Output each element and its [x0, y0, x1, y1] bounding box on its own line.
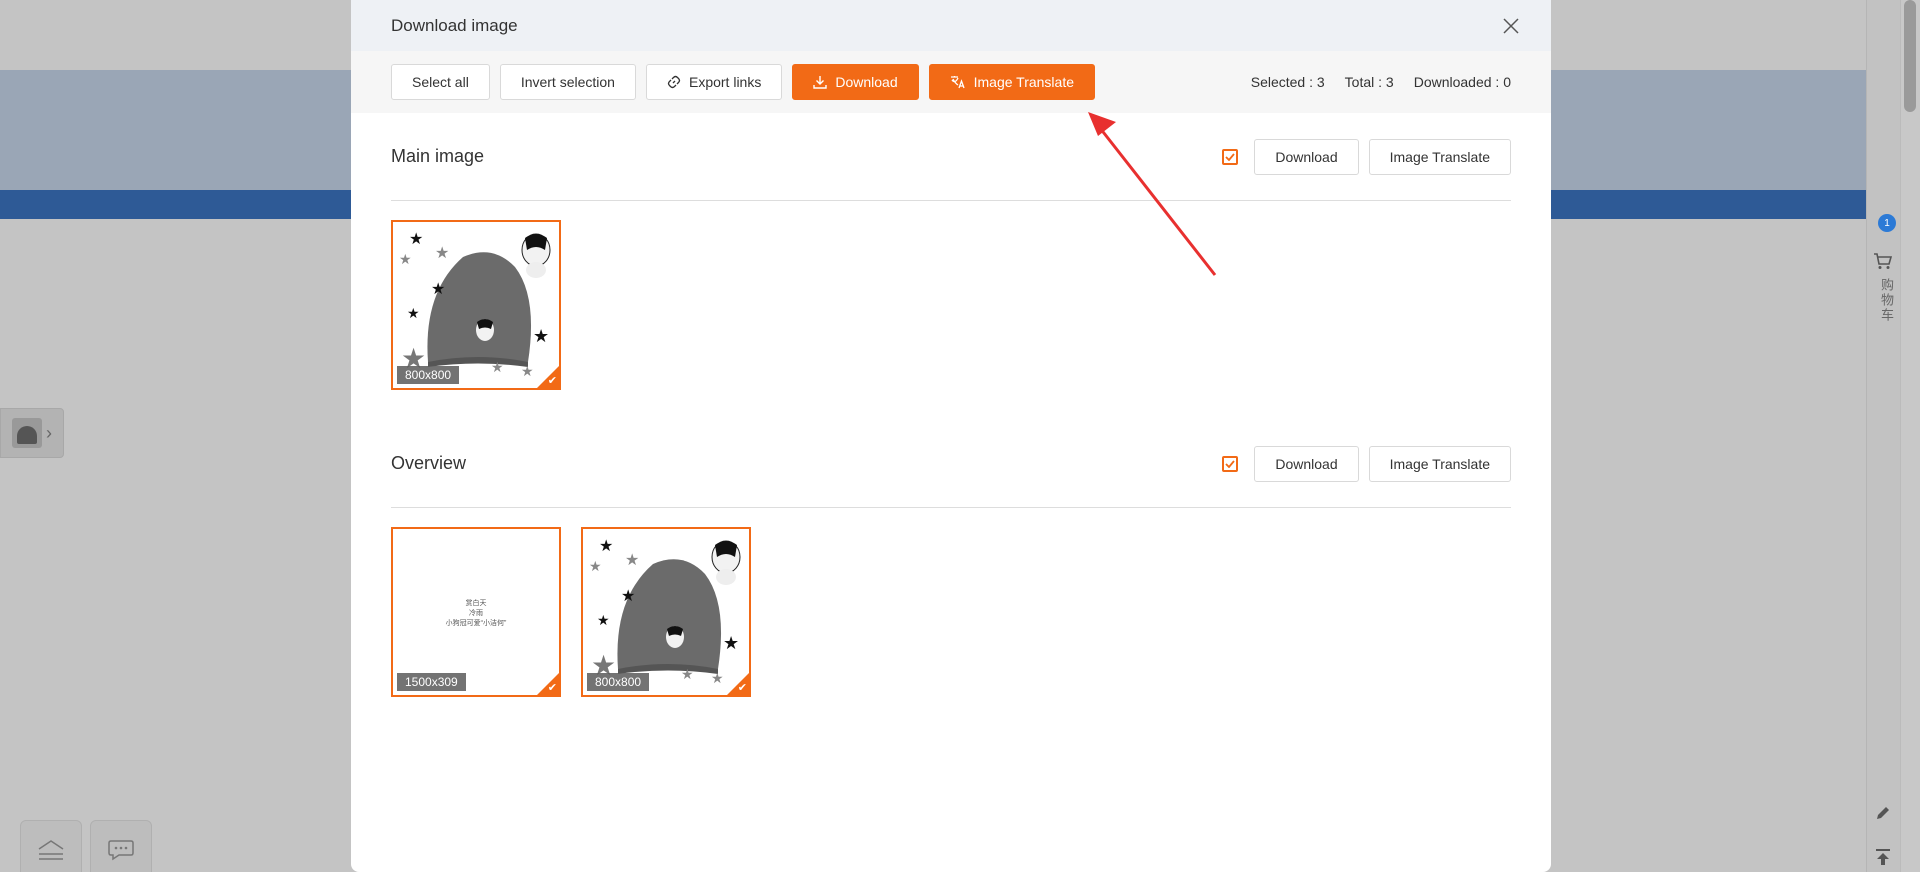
svg-text:★: ★ [399, 251, 412, 267]
image-thumbnail[interactable]: ★ ★ ★ ★ ★ ★ ★ ★ ★ 800x800 ✔ [581, 527, 751, 697]
edit-icon[interactable] [1872, 802, 1894, 824]
svg-text:★: ★ [621, 588, 635, 605]
section-select-checkbox[interactable] [1222, 148, 1239, 165]
banner-text-line: 赏白天 [465, 600, 487, 607]
modal-header: Download image [351, 0, 1551, 51]
svg-text:★: ★ [711, 670, 724, 686]
chat-icon [108, 840, 134, 861]
export-links-button[interactable]: Export links [645, 64, 783, 100]
checkmark-icon [1225, 152, 1236, 161]
section-image-translate-button[interactable]: Image Translate [1368, 138, 1511, 175]
main-image-section: Main image Download Image Translate ★ ★ … [351, 113, 1551, 390]
svg-text:★: ★ [431, 281, 445, 298]
close-icon[interactable] [1499, 14, 1523, 38]
image-size-label: 800x800 [587, 673, 650, 691]
modal-title: Download image [391, 15, 518, 35]
export-links-label: Export links [688, 74, 762, 90]
svg-text:★: ★ [521, 363, 534, 379]
scroll-top-icon[interactable] [1872, 846, 1894, 868]
svg-text:★: ★ [533, 326, 549, 346]
cart-label[interactable]: 购物车 [1872, 278, 1894, 323]
chat-button[interactable] [90, 820, 152, 872]
check-icon: ✔ [547, 682, 557, 694]
select-all-button[interactable]: Select all [391, 64, 490, 100]
svg-text:★: ★ [625, 552, 639, 569]
image-translate-button[interactable]: Image Translate [928, 64, 1095, 100]
image-grid: 赏白天 冷雨 小狗冠可爱“小洁何” 1500x309 ✔ ★ ★ ★ ★ ★ ★… [391, 508, 1511, 697]
section-actions: Download Image Translate [1222, 445, 1511, 482]
section-title: Overview [391, 453, 467, 473]
svg-text:★: ★ [681, 666, 694, 682]
invert-selection-button[interactable]: Invert selection [499, 64, 636, 100]
download-icon [813, 76, 828, 89]
hat-product-image: ★ ★ ★ ★ ★ ★ ★ ★ ★ [583, 529, 749, 695]
translate-icon [950, 76, 965, 89]
svg-text:★: ★ [597, 612, 610, 628]
section-header: Main image Download Image Translate [391, 113, 1511, 201]
section-image-translate-button[interactable]: Image Translate [1368, 445, 1511, 482]
back-to-top-button[interactable] [20, 820, 82, 872]
overview-section: Overview Download Image Translate 赏白天 冷雨… [351, 420, 1551, 697]
selection-stats: Selected : 3 Total : 3 Downloaded : 0 [1251, 74, 1511, 90]
svg-text:★: ★ [407, 305, 420, 321]
cart-icon[interactable] [1872, 250, 1894, 272]
svg-text:★: ★ [491, 359, 504, 375]
chevron-right-icon: › [46, 422, 52, 443]
link-icon [667, 75, 681, 89]
banner-text-line: 小狗冠可爱“小洁何” [445, 620, 507, 627]
cart-count-badge: 1 [1878, 214, 1896, 232]
check-icon: ✔ [547, 375, 557, 387]
selected-count: Selected : 3 [1250, 74, 1325, 90]
banner-text-line: 冷雨 [469, 610, 483, 617]
image-thumbnail[interactable]: ★ ★ ★ ★ ★ ★ ★ ★ ★ 800x800 ✔ [391, 220, 561, 390]
download-label: Download [835, 74, 898, 90]
page-scrollbar[interactable] [1900, 0, 1920, 872]
check-icon: ✔ [737, 682, 747, 694]
downloaded-count: Downloaded : 0 [1413, 74, 1511, 90]
image-thumbnail[interactable]: 赏白天 冷雨 小狗冠可爱“小洁何” 1500x309 ✔ [391, 527, 561, 697]
right-side-rail [1866, 0, 1900, 872]
checkmark-icon [1225, 459, 1236, 468]
svg-text:★: ★ [435, 245, 449, 262]
image-size-label: 800x800 [397, 366, 460, 384]
section-title: Main image [391, 146, 485, 166]
svg-text:★: ★ [409, 231, 423, 248]
product-thumbnail [12, 418, 42, 448]
text-banner-image: 赏白天 冷雨 小狗冠可爱“小洁何” [393, 599, 559, 629]
svg-text:★: ★ [599, 538, 613, 555]
svg-text:★: ★ [589, 558, 602, 574]
svg-text:★: ★ [723, 633, 739, 653]
image-translate-label: Image Translate [973, 74, 1074, 90]
modal-toolbar: Select all Invert selection Export links… [351, 51, 1551, 113]
image-size-label: 1500x309 [397, 673, 466, 691]
hat-product-image: ★ ★ ★ ★ ★ ★ ★ ★ ★ [393, 222, 559, 388]
download-image-modal: Download image Select all Invert selecti… [351, 0, 1551, 872]
floating-product-thumb[interactable]: › [0, 408, 64, 458]
section-actions: Download Image Translate [1222, 138, 1511, 175]
section-download-button[interactable]: Download [1254, 138, 1359, 175]
image-grid: ★ ★ ★ ★ ★ ★ ★ ★ ★ 800x800 ✔ [391, 201, 1511, 390]
section-header: Overview Download Image Translate [391, 420, 1511, 508]
layers-icon [38, 840, 64, 860]
total-count: Total : 3 [1344, 74, 1394, 90]
section-select-checkbox[interactable] [1222, 455, 1239, 472]
download-button[interactable]: Download [792, 64, 919, 100]
scrollbar-thumb[interactable] [1904, 0, 1916, 112]
section-download-button[interactable]: Download [1254, 445, 1359, 482]
